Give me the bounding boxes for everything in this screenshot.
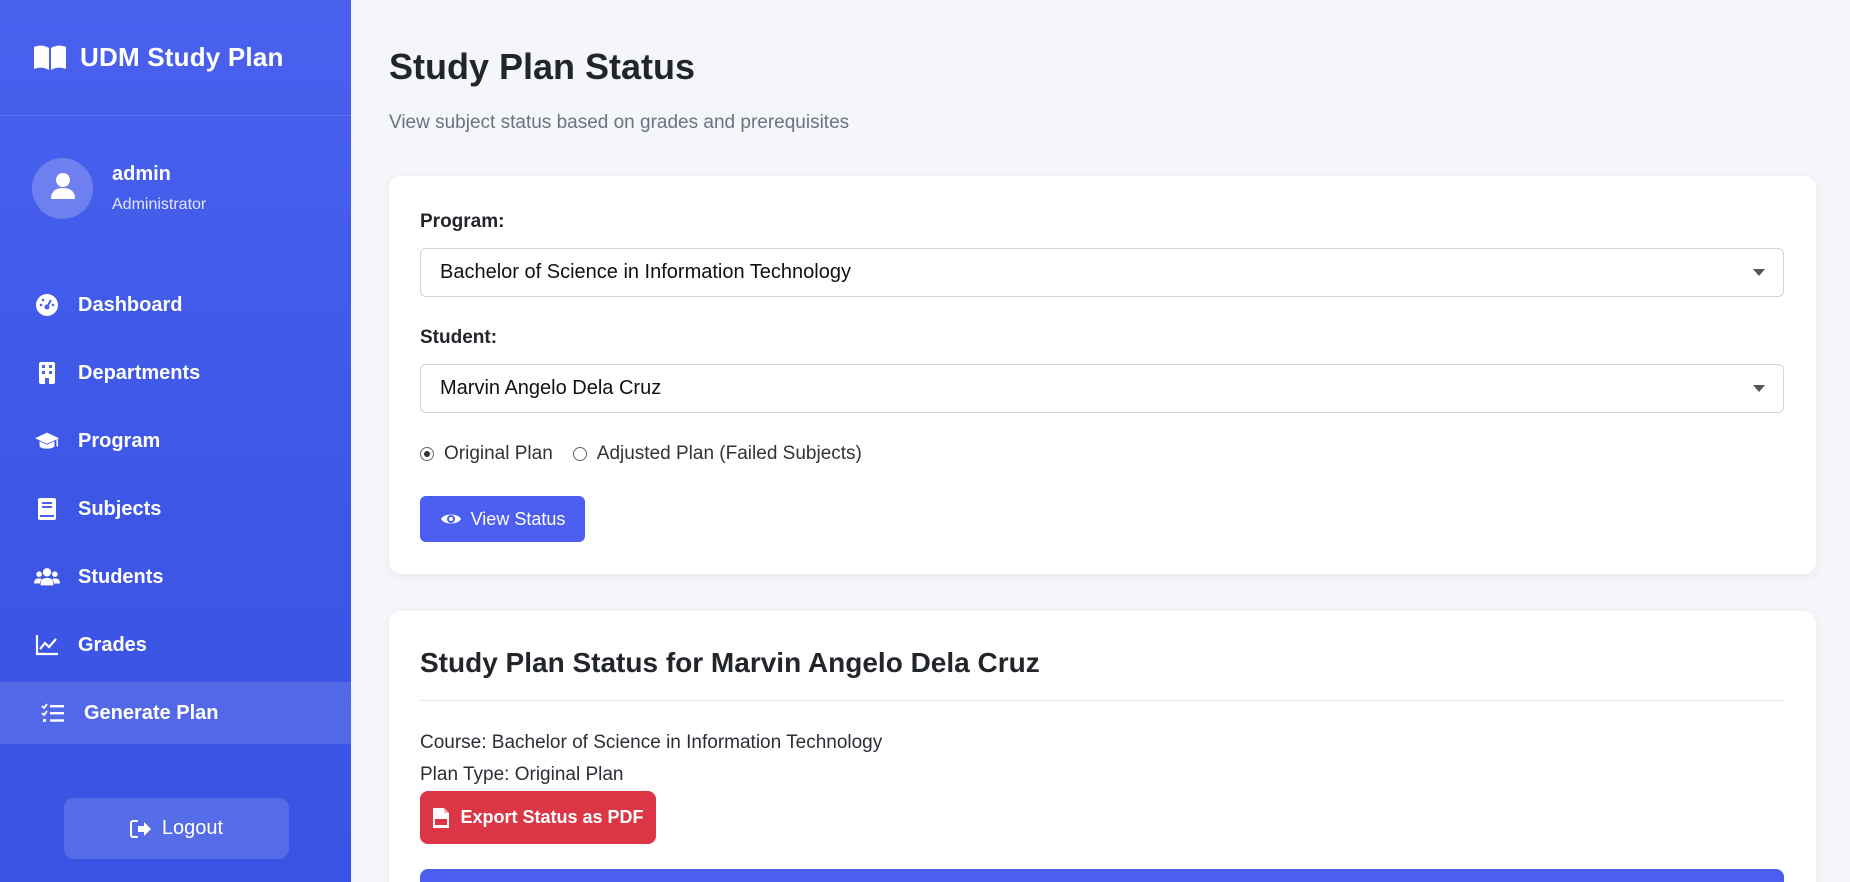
page-title: Study Plan Status — [389, 46, 696, 87]
view-status-button[interactable]: View Status — [420, 496, 585, 542]
view-status-label: View Status — [470, 508, 566, 529]
list-check-icon — [40, 701, 66, 725]
sidebar-item-dashboard[interactable]: Dashboard — [0, 274, 351, 336]
user-icon — [50, 172, 76, 205]
sidebar-item-label: Generate Plan — [84, 701, 219, 724]
chart-line-icon — [34, 633, 60, 657]
sidebar-item-departments[interactable]: Departments — [0, 342, 351, 404]
filter-card: Program: Bachelor of Science in Informat… — [389, 176, 1816, 574]
file-pdf-icon — [432, 807, 450, 829]
sidebar-item-label: Dashboard — [78, 293, 183, 316]
sidebar-item-label: Subjects — [78, 497, 162, 520]
gauge-icon — [34, 293, 60, 317]
user-name: admin — [112, 162, 171, 185]
student-label: Student: — [420, 327, 498, 348]
sidebar-item-label: Departments — [78, 361, 201, 384]
program-label: Program: — [420, 211, 505, 232]
radio-original-plan-input[interactable] — [420, 447, 434, 461]
brand-title: UDM Study Plan — [80, 42, 284, 72]
sidebar-item-label: Program — [78, 429, 161, 452]
export-pdf-button[interactable]: Export Status as PDF — [420, 791, 656, 844]
sidebar-item-subjects[interactable]: Subjects — [0, 478, 351, 540]
sidebar-item-label: Students — [78, 565, 164, 588]
brand[interactable]: UDM Study Plan — [0, 0, 351, 116]
divider — [420, 700, 1784, 701]
status-table-header — [420, 869, 1784, 882]
avatar — [32, 157, 93, 219]
logout-button[interactable]: Logout — [64, 798, 289, 859]
sidebar: UDM Study Plan admin Administrator Dashb… — [0, 0, 351, 882]
sidebar-item-students[interactable]: Students — [0, 546, 351, 608]
eye-icon — [440, 511, 462, 527]
program-select-value: Bachelor of Science in Information Techn… — [440, 261, 851, 283]
users-icon — [34, 565, 60, 589]
student-select[interactable]: Marvin Angelo Dela Cruz — [420, 364, 1784, 413]
chevron-down-icon — [1753, 385, 1765, 392]
radio-adjusted-plan[interactable]: Adjusted Plan (Failed Subjects) — [572, 443, 862, 465]
status-title: Study Plan Status for Marvin Angelo Dela… — [420, 647, 1040, 678]
plan-type-line: Plan Type: Original Plan — [420, 764, 624, 785]
student-select-value: Marvin Angelo Dela Cruz — [440, 377, 662, 399]
main-content: Study Plan Status View subject status ba… — [351, 0, 1850, 882]
course-line: Course: Bachelor of Science in Informati… — [420, 732, 883, 753]
logout-label: Logout — [161, 817, 224, 839]
radio-original-plan-label: Original Plan — [444, 443, 553, 464]
radio-adjusted-plan-label: Adjusted Plan (Failed Subjects) — [596, 443, 862, 464]
page-subtitle: View subject status based on grades and … — [389, 112, 850, 133]
plan-type-radio-group: Original Plan Adjusted Plan (Failed Subj… — [420, 443, 882, 465]
user-profile: admin Administrator — [0, 116, 351, 260]
sidebar-item-grades[interactable]: Grades — [0, 614, 351, 676]
book-icon — [34, 497, 60, 521]
export-pdf-label: Export Status as PDF — [460, 807, 644, 827]
graduation-cap-icon — [34, 429, 60, 453]
status-card: Study Plan Status for Marvin Angelo Dela… — [389, 611, 1816, 882]
sidebar-item-generate-plan[interactable]: Generate Plan — [0, 682, 351, 744]
radio-original-plan[interactable]: Original Plan — [420, 443, 553, 465]
user-role: Administrator — [112, 195, 207, 213]
sidebar-item-label: Grades — [78, 633, 147, 656]
sign-out-icon — [129, 819, 152, 839]
building-icon — [34, 361, 60, 385]
sidebar-item-program[interactable]: Program — [0, 410, 351, 472]
chevron-down-icon — [1753, 269, 1765, 276]
radio-adjusted-plan-input[interactable] — [572, 447, 587, 461]
book-open-icon — [32, 43, 68, 73]
sidebar-nav: Dashboard Departments Program Subjects S… — [0, 274, 351, 744]
program-select[interactable]: Bachelor of Science in Information Techn… — [420, 248, 1784, 297]
